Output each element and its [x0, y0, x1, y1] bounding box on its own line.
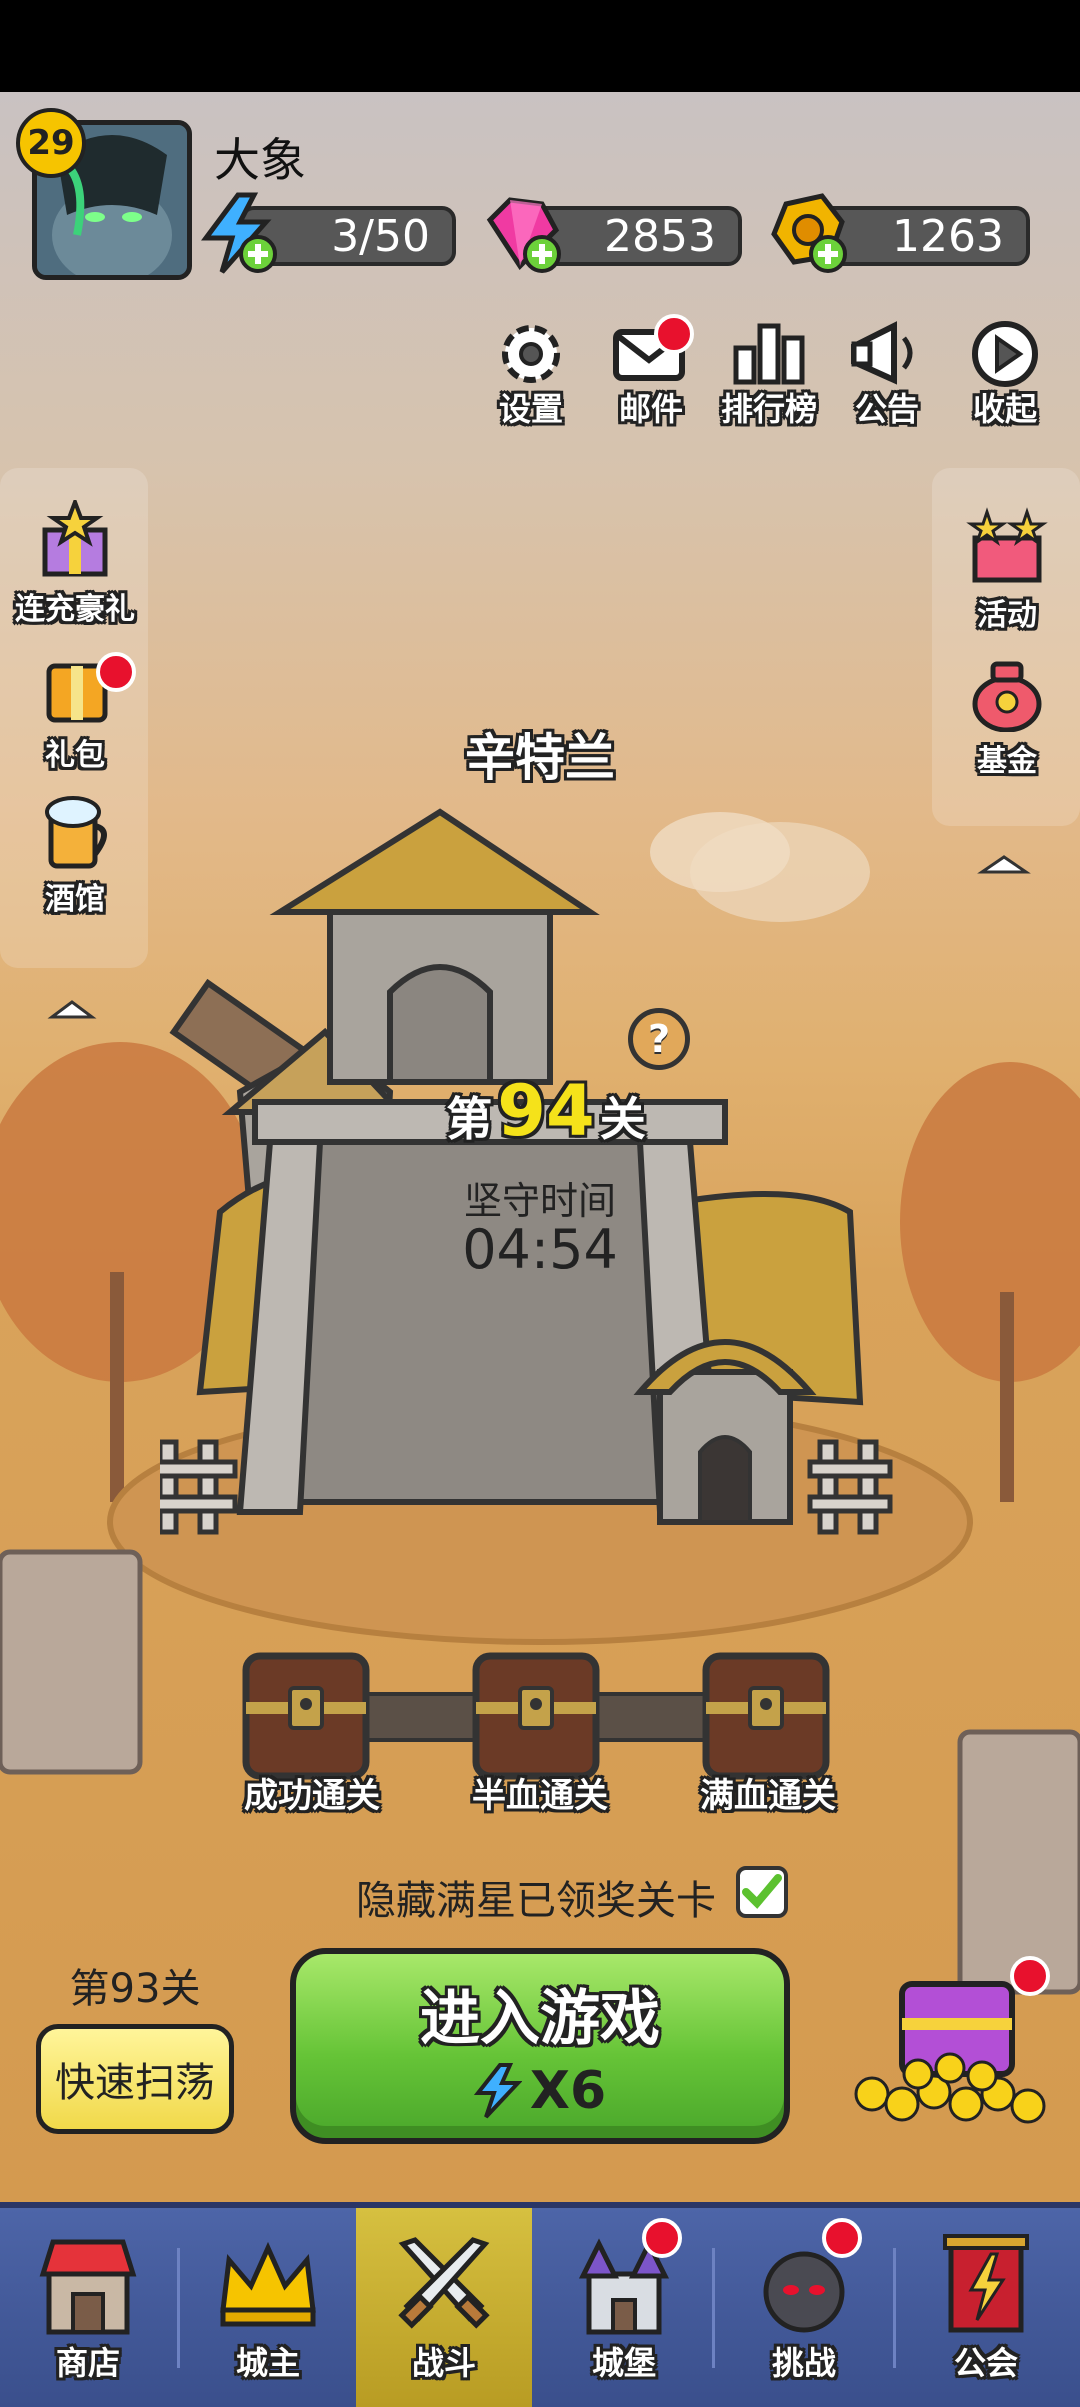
tavern-label: 酒馆: [45, 882, 105, 917]
stage-prefix: 第: [446, 1092, 493, 1146]
recharge-gift-button[interactable]: 连充豪礼: [10, 496, 140, 628]
tavern-button[interactable]: 酒馆: [10, 790, 140, 918]
gift-star-icon: [42, 496, 108, 577]
energy-value: 3/50: [331, 210, 430, 262]
nav-challenge[interactable]: 挑战: [716, 2208, 892, 2407]
treasure-chest-icon: [472, 1652, 600, 1780]
gold-value: 1263: [892, 210, 1004, 262]
enter-game-label: 进入游戏: [420, 1984, 660, 2054]
treasure-chest-icon: [242, 1652, 370, 1780]
chest-success-label: 成功通关: [244, 1776, 380, 1816]
gear-icon: [502, 325, 560, 383]
fund-button[interactable]: 基金: [942, 652, 1072, 780]
crown-icon: [220, 2241, 316, 2327]
stage-suffix: 关: [599, 1092, 646, 1146]
beer-mug-icon: [45, 796, 107, 869]
treasure-chest-icon: [702, 1652, 830, 1780]
nav-guild[interactable]: 公会: [898, 2208, 1074, 2407]
mail-label: 邮件: [618, 390, 683, 428]
collapse-button[interactable]: 收起: [956, 318, 1054, 428]
nav-guild-label: 公会: [953, 2344, 1018, 2382]
gift-pack-label: 礼包: [45, 738, 105, 773]
crossed-swords-icon: [398, 2237, 490, 2329]
gift-pack-button[interactable]: 礼包: [10, 646, 140, 774]
player-level-badge: 29: [16, 108, 86, 178]
quick-sweep-button[interactable]: 快速扫荡: [36, 2024, 234, 2134]
nav-castle-label: 城堡: [591, 2344, 656, 2382]
shop-icon: [39, 2239, 137, 2335]
gem-value: 2853: [604, 210, 716, 262]
checkmark-icon: [742, 1874, 782, 1909]
stage-number-label: 第 94 关: [436, 1070, 656, 1152]
mail-notification-badge: [654, 314, 694, 354]
fund-label: 基金: [977, 744, 1037, 779]
sweep-stage-label: 第93关: [69, 1966, 201, 2012]
announcement-label: 公告: [854, 390, 919, 428]
defend-time-label: 坚守时间: [463, 1179, 616, 1223]
nav-challenge-label: 挑战: [771, 2344, 836, 2382]
player-name: 大象: [214, 133, 306, 187]
treasure-notification-badge: [1010, 1956, 1050, 1996]
gold-add-icon[interactable]: [766, 190, 852, 276]
collapse-label: 收起: [972, 390, 1037, 428]
hide-completed-label: 隐藏满星已领奖关卡: [356, 1878, 716, 1924]
leaderboard-icon: [733, 323, 805, 385]
nav-castle-notification-badge: [642, 2218, 682, 2258]
settings-button[interactable]: 设置: [482, 318, 580, 428]
energy-icon: [473, 2063, 522, 2119]
treasure-reward-button[interactable]: [842, 1956, 1052, 2134]
bottom-navigation: 商店 城主 战斗 城堡 挑战 公会: [0, 2202, 1080, 2407]
event-label: 活动: [977, 598, 1037, 633]
nav-castle[interactable]: 城堡: [536, 2208, 712, 2407]
leaderboard-button[interactable]: 排行榜: [720, 318, 818, 428]
megaphone-icon: [851, 321, 913, 385]
nav-lord-label: 城主: [235, 2344, 300, 2382]
mail-button[interactable]: 邮件: [602, 314, 700, 428]
nav-challenge-notification-badge: [822, 2218, 862, 2258]
nav-battle[interactable]: 战斗: [356, 2208, 532, 2407]
hide-completed-checkbox[interactable]: [736, 1866, 788, 1918]
chest-full-hp-label: 满血通关: [700, 1776, 836, 1816]
gem-add-icon[interactable]: [480, 190, 566, 276]
announcement-button[interactable]: 公告: [838, 318, 936, 428]
chest-half-hp-label: 半血通关: [472, 1776, 608, 1816]
money-bag-icon: [972, 661, 1042, 733]
event-button[interactable]: 活动: [942, 506, 1072, 634]
quick-sweep-label: 快速扫荡: [55, 2060, 215, 2106]
nav-battle-label: 战斗: [411, 2344, 476, 2382]
collapse-play-icon: [972, 321, 1038, 387]
stage-number: 94: [497, 1070, 595, 1152]
enter-game-button[interactable]: 进入游戏 X6: [290, 1948, 790, 2144]
stage-location-name: 辛特兰: [465, 729, 615, 787]
guild-banner-icon: [943, 2234, 1029, 2333]
defend-time-value: 04:54: [462, 1218, 618, 1281]
enter-game-cost: X6: [529, 2061, 607, 2121]
recharge-gift-label: 连充豪礼: [15, 592, 135, 627]
stage-info-help-icon[interactable]: ?: [628, 1008, 690, 1070]
event-box-icon: [966, 507, 1048, 583]
nav-shop[interactable]: 商店: [0, 2208, 176, 2407]
nav-lord[interactable]: 城主: [180, 2208, 356, 2407]
leaderboard-label: 排行榜: [720, 390, 817, 428]
nav-shop-label: 商店: [55, 2344, 120, 2382]
gift-pack-notification-badge: [96, 652, 136, 692]
energy-add-icon[interactable]: [196, 190, 282, 276]
settings-label: 设置: [498, 390, 563, 428]
